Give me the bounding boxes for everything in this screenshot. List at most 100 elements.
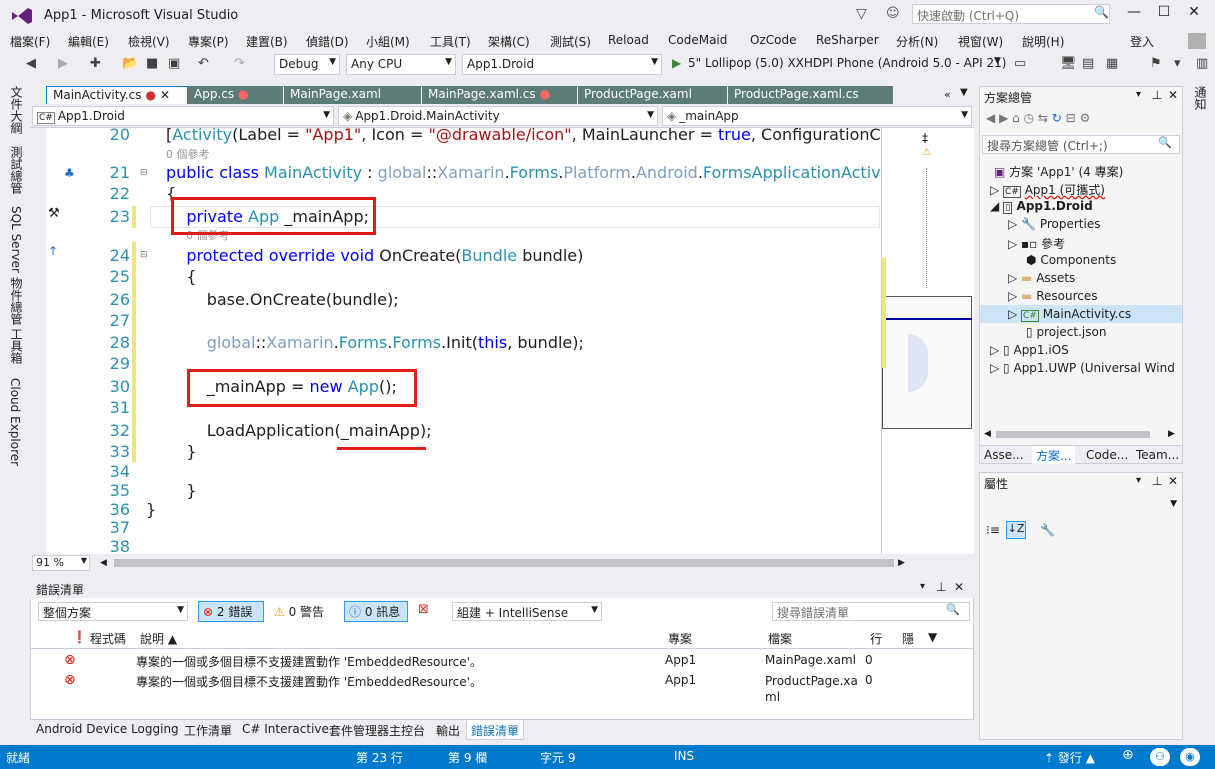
- tab-package-manager-console[interactable]: 套件管理器主控台: [329, 722, 425, 739]
- tree-node-app1-uwp[interactable]: ▷ ▯ App1.UWP (Universal Wind: [990, 361, 1175, 375]
- tab-productpage-xaml[interactable]: ProductPage.xaml: [578, 86, 728, 104]
- tab-mainactivity-cs[interactable]: MainActivity.cs ● ✕: [46, 86, 188, 104]
- zoom-select[interactable]: 91 % ▼: [32, 555, 90, 571]
- forward-icon[interactable]: ▶: [999, 111, 1008, 125]
- tab-mainpage-xaml-cs[interactable]: MainPage.xaml.cs ●: [422, 86, 578, 104]
- configuration-select[interactable]: Debug ▼: [274, 54, 340, 75]
- messages-filter-button[interactable]: ⓘ 0 訊息: [344, 601, 408, 622]
- panel-menu-icon[interactable]: ▾: [1136, 475, 1141, 486]
- tree-node-app1-droid[interactable]: ◢ ▯ App1.Droid: [990, 199, 1093, 214]
- member-nav-select[interactable]: ◈ _mainApp ▼: [662, 106, 972, 126]
- properties-object-select[interactable]: ▼: [982, 495, 1180, 517]
- tree-node-solution[interactable]: ▣ 方案 'App1' (4 專案): [994, 163, 1123, 180]
- bookmark-icon[interactable]: ⚑: [1150, 56, 1162, 71]
- col-header-description[interactable]: 說明 ▲: [140, 630, 177, 647]
- error-scope-select[interactable]: 整個方案 ▼: [38, 602, 188, 621]
- collapse-all-icon[interactable]: ⊟: [1066, 111, 1076, 125]
- col-header-suppression[interactable]: 隱: [902, 630, 914, 647]
- search-icon[interactable]: 🔍: [946, 603, 960, 616]
- close-icon[interactable]: ✕: [1168, 88, 1178, 102]
- toolbar-overflow-icon[interactable]: ▾: [1174, 56, 1181, 71]
- tab-productpage-xaml-cs[interactable]: ProductPage.xaml.cs: [728, 86, 894, 104]
- scroll-right-icon[interactable]: ▶: [898, 558, 905, 568]
- tree-node-mainactivity-cs[interactable]: ▷ C# MainActivity.cs: [980, 305, 1182, 323]
- live-share-icon[interactable]: ⚇: [1150, 748, 1170, 766]
- signin-link[interactable]: 登入: [1130, 33, 1154, 50]
- publish-button[interactable]: ⇡ 發行 ▲: [1044, 749, 1095, 766]
- sync-icon[interactable]: ⇆: [1038, 111, 1048, 125]
- monitor-icon[interactable]: 🖥: [1060, 56, 1077, 71]
- tab-test-explorer[interactable]: 測試總管: [8, 146, 25, 194]
- tree-node-references[interactable]: ▷ ▪▫ 參考: [1008, 235, 1065, 252]
- startup-project-select[interactable]: App1.Droid ▼: [462, 54, 662, 75]
- menu-project[interactable]: 專案(P): [188, 33, 229, 50]
- platform-select[interactable]: Any CPU ▼: [346, 54, 456, 75]
- horizontal-scrollbar-thumb[interactable]: [114, 559, 894, 567]
- undo-icon[interactable]: ↶: [198, 56, 209, 71]
- tab-task-list[interactable]: 工作清單: [184, 722, 232, 739]
- col-header-code[interactable]: 程式碼: [90, 630, 126, 647]
- menu-tools[interactable]: 工具(T): [430, 33, 471, 50]
- tab-solution-explorer[interactable]: 方案...: [1032, 446, 1076, 464]
- refresh-icon[interactable]: ↻: [1052, 111, 1062, 125]
- menu-test[interactable]: 測試(S): [550, 33, 591, 50]
- menu-architecture[interactable]: 架構(C): [488, 33, 530, 50]
- menu-help[interactable]: 說明(H): [1022, 33, 1064, 50]
- tab-notifications[interactable]: 通知: [1192, 86, 1209, 110]
- home-icon[interactable]: ⌂: [1012, 111, 1020, 125]
- history-icon[interactable]: ◷: [1024, 111, 1034, 125]
- alphabetical-icon[interactable]: ↓Z: [1006, 521, 1026, 539]
- col-header-icon[interactable]: ❗: [72, 630, 87, 644]
- tab-list-icon[interactable]: ▼: [960, 87, 968, 98]
- pin-icon[interactable]: ⊥: [1152, 474, 1162, 488]
- pin-icon[interactable]: ⊥: [936, 580, 946, 594]
- minimize-button[interactable]: —: [1120, 4, 1148, 20]
- new-project-icon[interactable]: ✚: [90, 56, 101, 71]
- tree-node-app1-portable[interactable]: ▷ C# App1 (可攜式): [990, 181, 1105, 198]
- scroll-right-icon[interactable]: ▶: [1168, 429, 1175, 439]
- quick-launch-input[interactable]: 快速啟動 (Ctrl+Q): [912, 4, 1110, 24]
- menu-resharper[interactable]: ReSharper: [816, 33, 879, 47]
- run-target-button[interactable]: 5" Lollipop (5.0) XXHDPI Phone (Android …: [688, 56, 1006, 70]
- feedback-icon[interactable]: ☺: [886, 6, 900, 21]
- categorized-icon[interactable]: ⁝≡: [986, 523, 1000, 537]
- settings-icon[interactable]: ⚙: [1080, 111, 1091, 125]
- back-icon[interactable]: ◀: [986, 111, 995, 125]
- tab-mainpage-xaml[interactable]: MainPage.xaml: [284, 86, 422, 104]
- tab-code-map[interactable]: Code...: [1086, 448, 1128, 462]
- pin-icon[interactable]: ⊥: [1152, 88, 1162, 102]
- errors-filter-button[interactable]: ⊗ 2 錯誤: [198, 601, 264, 622]
- menu-debug[interactable]: 偵錯(D): [306, 33, 349, 50]
- android-sdk-icon[interactable]: ▦: [1106, 56, 1118, 71]
- tree-node-properties[interactable]: ▷ 🔧 Properties: [1008, 217, 1100, 231]
- panel-menu-icon[interactable]: ▾: [1136, 89, 1141, 100]
- table-row[interactable]: ⊗ 專案的一個或多個目標不支援建置動作 'EmbeddedResource'。 …: [31, 652, 973, 672]
- filter-icon[interactable]: ▽: [856, 6, 867, 22]
- menu-analyze[interactable]: 分析(N): [896, 33, 938, 50]
- tree-node-app1-ios[interactable]: ▷ ▯ App1.iOS: [990, 343, 1069, 357]
- tab-output[interactable]: 輸出: [436, 722, 460, 739]
- error-search-input[interactable]: 搜尋錯誤清單: [772, 602, 970, 621]
- reference-count[interactable]: 0 個參考: [166, 146, 210, 162]
- forward-icon[interactable]: ▶: [58, 56, 68, 71]
- menu-window[interactable]: 視窗(W): [958, 33, 1003, 50]
- tree-node-project-json[interactable]: ▯ project.json: [1026, 325, 1106, 339]
- menu-reload[interactable]: Reload: [608, 33, 649, 47]
- clear-filter-icon[interactable]: ⊠: [418, 602, 429, 617]
- tab-error-list[interactable]: 錯誤清單: [466, 720, 525, 740]
- layout-icon[interactable]: ▥: [1196, 56, 1208, 71]
- solution-search-input[interactable]: 搜尋方案總管 (Ctrl+;): [982, 135, 1180, 154]
- panel-menu-icon[interactable]: ▾: [920, 581, 925, 592]
- run-dropdown-icon[interactable]: ▼: [994, 56, 1001, 66]
- scroll-left-icon[interactable]: ◀: [984, 429, 991, 439]
- property-pages-icon[interactable]: 🔧: [1040, 523, 1055, 537]
- maximize-button[interactable]: ☐: [1150, 4, 1178, 20]
- search-icon[interactable]: 🔍: [1158, 136, 1172, 149]
- redo-icon[interactable]: ↷: [234, 56, 245, 71]
- back-icon[interactable]: ◀: [26, 56, 36, 71]
- save-icon[interactable]: ■: [146, 56, 158, 71]
- close-icon[interactable]: ✕: [1168, 474, 1178, 488]
- close-button[interactable]: ✕: [1180, 4, 1208, 20]
- horizontal-scrollbar-thumb[interactable]: [996, 431, 1150, 438]
- build-filter-select[interactable]: 組建 + IntelliSense ▼: [452, 602, 602, 621]
